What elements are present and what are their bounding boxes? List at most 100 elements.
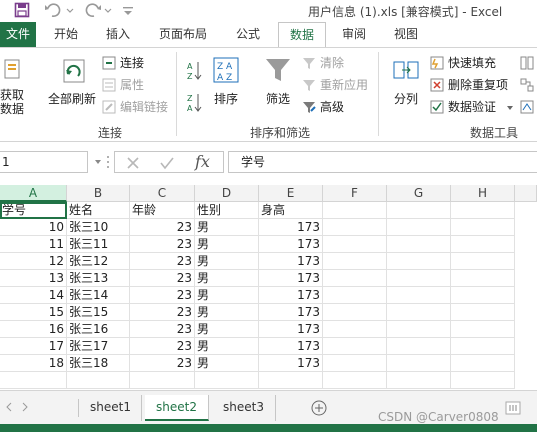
cell-h8[interactable] <box>451 321 515 338</box>
what-if-icon[interactable] <box>520 100 534 114</box>
cell-e7[interactable]: 173 <box>259 304 323 321</box>
tab-review[interactable]: 审阅 <box>332 22 376 47</box>
cell-c5[interactable]: 23 <box>130 270 195 287</box>
cell-d5[interactable]: 男 <box>195 270 259 287</box>
cell-a11[interactable] <box>0 372 67 389</box>
cell-a9[interactable]: 17 <box>0 338 67 355</box>
tab-file[interactable]: 文件 <box>0 22 36 47</box>
cell-a5[interactable]: 13 <box>0 270 67 287</box>
column-header-e[interactable]: E <box>259 185 323 202</box>
cell-e3[interactable]: 173 <box>259 236 323 253</box>
column-header-f[interactable]: F <box>323 185 387 202</box>
undo-icon[interactable] <box>44 2 62 18</box>
cell-e5[interactable]: 173 <box>259 270 323 287</box>
cell-b5[interactable]: 张三13 <box>67 270 130 287</box>
customize-qat-icon[interactable] <box>122 2 134 18</box>
data-validation-button[interactable]: 数据验证 <box>448 100 496 114</box>
cell-h5[interactable] <box>451 270 515 287</box>
cell-f10[interactable] <box>323 355 387 372</box>
cell-b6[interactable]: 张三14 <box>67 287 130 304</box>
connections-button[interactable]: 连接 <box>120 56 144 70</box>
save-icon[interactable] <box>14 2 30 18</box>
text-to-columns-button[interactable]: 分列 <box>394 92 418 106</box>
cell-d7[interactable]: 男 <box>195 304 259 321</box>
cell-a7[interactable]: 15 <box>0 304 67 321</box>
data-validation-icon[interactable] <box>430 100 444 114</box>
cell-d10[interactable]: 男 <box>195 355 259 372</box>
cell-d3[interactable]: 男 <box>195 236 259 253</box>
cell-c9[interactable]: 23 <box>130 338 195 355</box>
insert-function-icon[interactable]: fx <box>195 152 210 172</box>
cell-g2[interactable] <box>387 219 451 236</box>
cell-f9[interactable] <box>323 338 387 355</box>
cell-f11[interactable] <box>323 372 387 389</box>
cell-g5[interactable] <box>387 270 451 287</box>
cell-a4[interactable]: 12 <box>0 253 67 270</box>
cell-e1[interactable]: 身高 <box>259 202 323 219</box>
remove-duplicates-button[interactable]: 删除重复项 <box>448 78 508 92</box>
consolidate-icon[interactable] <box>520 56 534 70</box>
sort-az-icon[interactable]: A Z <box>186 60 202 82</box>
cell-d8[interactable]: 男 <box>195 321 259 338</box>
cell-d1[interactable]: 性别 <box>195 202 259 219</box>
enter-icon[interactable] <box>159 155 175 171</box>
sort-icon[interactable]: Z A A Z <box>212 56 240 84</box>
cell-h10[interactable] <box>451 355 515 372</box>
cell-e11[interactable] <box>259 372 323 389</box>
advanced-filter-button[interactable]: 高级 <box>320 100 344 114</box>
cell-a10[interactable]: 18 <box>0 355 67 372</box>
column-header-overflow[interactable] <box>515 185 537 202</box>
get-data-icon[interactable] <box>2 58 22 82</box>
cell-f2[interactable] <box>323 219 387 236</box>
cell-g6[interactable] <box>387 287 451 304</box>
cell-h7[interactable] <box>451 304 515 321</box>
text-to-columns-icon[interactable] <box>392 56 420 84</box>
tab-page-layout[interactable]: 页面布局 <box>150 22 216 47</box>
filter-button[interactable]: 筛选 <box>266 92 290 106</box>
get-data-button[interactable]: 获取 数据 <box>0 88 24 116</box>
cell-c3[interactable]: 23 <box>130 236 195 253</box>
column-header-g[interactable]: G <box>387 185 451 202</box>
cell-e9[interactable]: 173 <box>259 338 323 355</box>
cell-c2[interactable]: 23 <box>130 219 195 236</box>
scroll-left-icon[interactable] <box>4 401 14 413</box>
flash-fill-button[interactable]: 快速填充 <box>448 56 496 70</box>
formula-input[interactable]: 学号 <box>228 151 537 173</box>
cell-b11[interactable] <box>67 372 130 389</box>
redo-icon[interactable] <box>84 2 102 18</box>
flash-fill-icon[interactable] <box>430 56 444 70</box>
cell-g7[interactable] <box>387 304 451 321</box>
filter-icon[interactable] <box>264 56 292 84</box>
cell-f1[interactable] <box>323 202 387 219</box>
cell-g4[interactable] <box>387 253 451 270</box>
cell-a2[interactable]: 10 <box>0 219 67 236</box>
cell-h11[interactable] <box>451 372 515 389</box>
tab-home[interactable]: 开始 <box>44 22 88 47</box>
remove-duplicates-icon[interactable] <box>430 78 444 92</box>
column-header-a[interactable]: A <box>0 185 67 202</box>
name-box[interactable]: 1 <box>0 151 88 173</box>
horizontal-scrollbar-icon[interactable] <box>505 401 521 415</box>
cell-b1[interactable]: 姓名 <box>67 202 130 219</box>
cell-a6[interactable]: 14 <box>0 287 67 304</box>
cell-b8[interactable]: 张三16 <box>67 321 130 338</box>
cell-g8[interactable] <box>387 321 451 338</box>
cell-d6[interactable]: 男 <box>195 287 259 304</box>
undo-dropdown-icon[interactable] <box>66 2 74 18</box>
tab-formulas[interactable]: 公式 <box>226 22 270 47</box>
cell-b10[interactable]: 张三18 <box>67 355 130 372</box>
cell-f7[interactable] <box>323 304 387 321</box>
cell-h1[interactable] <box>451 202 515 219</box>
sheet-tab-sheet1[interactable]: sheet1 <box>80 395 142 421</box>
cell-h3[interactable] <box>451 236 515 253</box>
cell-f5[interactable] <box>323 270 387 287</box>
cell-f6[interactable] <box>323 287 387 304</box>
column-header-d[interactable]: D <box>195 185 259 202</box>
cell-e2[interactable]: 173 <box>259 219 323 236</box>
cell-c6[interactable]: 23 <box>130 287 195 304</box>
cell-h9[interactable] <box>451 338 515 355</box>
cell-c8[interactable]: 23 <box>130 321 195 338</box>
cell-h6[interactable] <box>451 287 515 304</box>
cell-g1[interactable] <box>387 202 451 219</box>
data-validation-dropdown-icon[interactable] <box>506 104 514 112</box>
